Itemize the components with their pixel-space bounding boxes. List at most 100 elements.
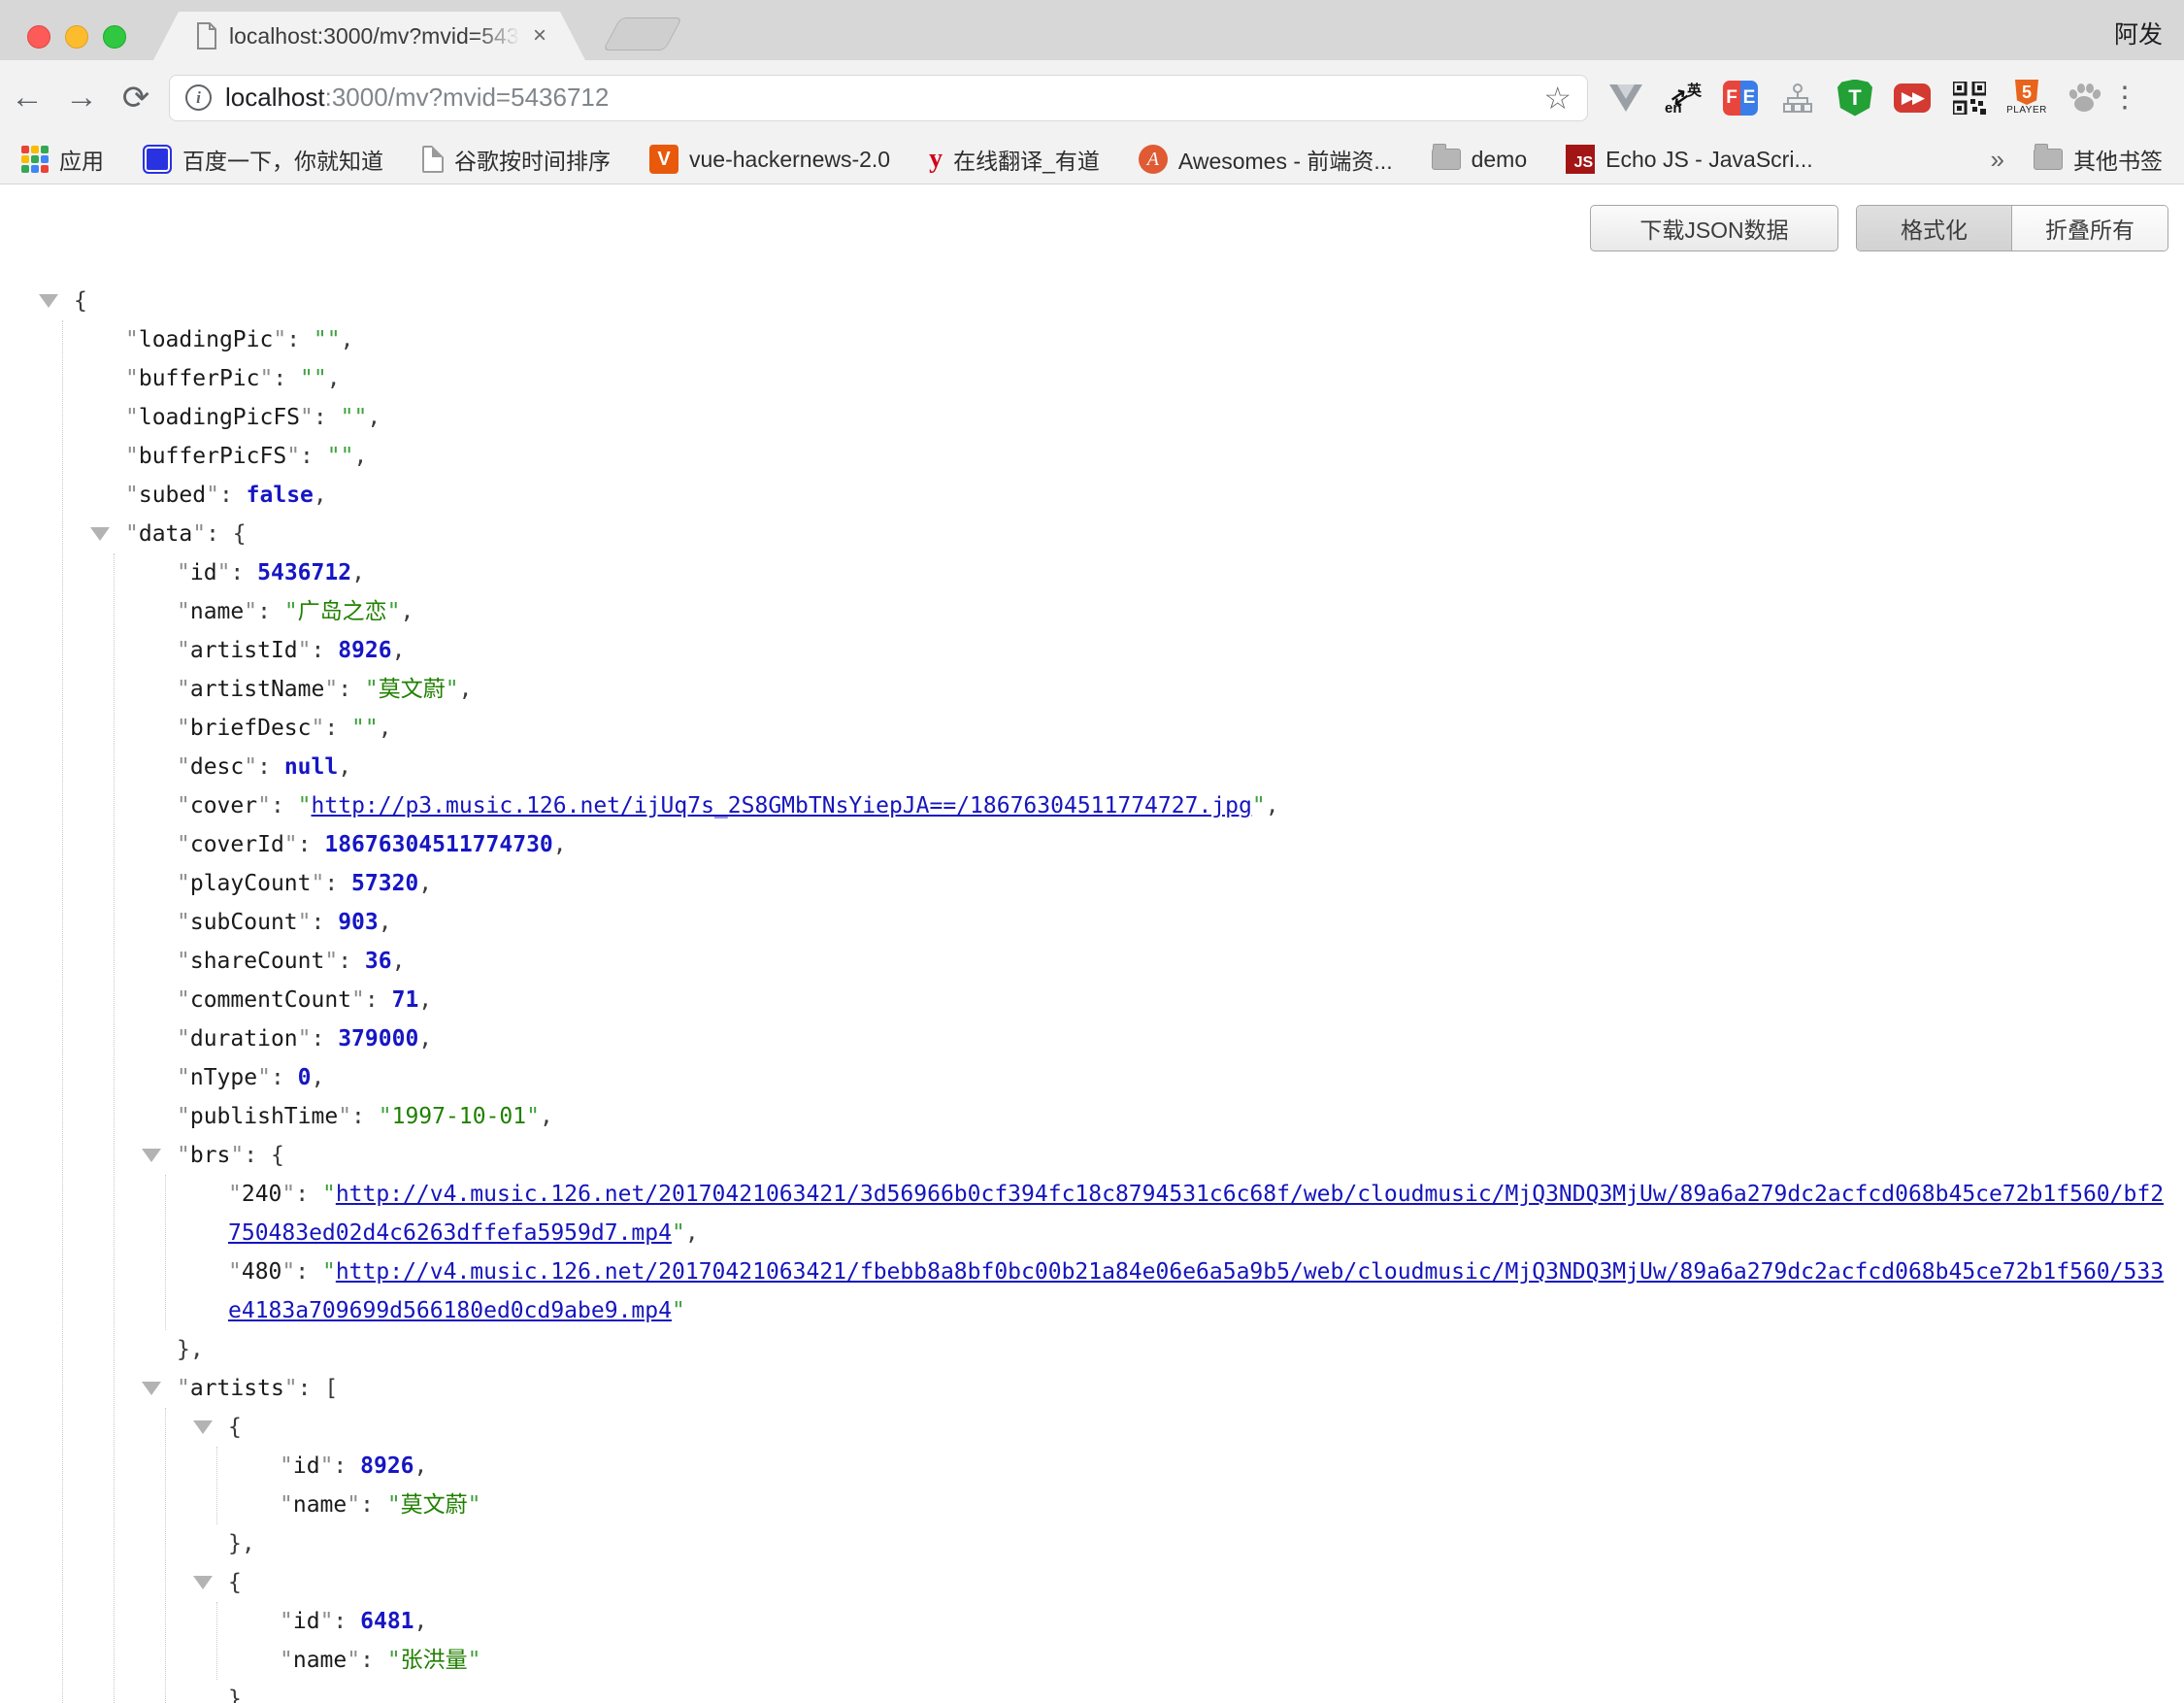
bookmark-item-6[interactable]: AAwesomes - 前端资... xyxy=(1139,143,1393,176)
json-punct: : xyxy=(271,1065,298,1090)
json-line: name: 莫文蔚 xyxy=(280,1486,2168,1524)
maximize-window-button[interactable] xyxy=(103,25,126,49)
site-info-icon[interactable]: i xyxy=(185,84,212,111)
fe-icon[interactable]: FE xyxy=(1722,80,1759,117)
json-group: {id: 6481,name: 张洪量} xyxy=(228,1563,2168,1703)
apps-grid-icon xyxy=(21,146,49,173)
bookmark-item-8[interactable]: JSEcho JS - JavaScri... xyxy=(1566,145,1812,174)
json-group: {loadingPic: ,bufferPic: ,loadingPicFS: … xyxy=(74,282,2168,1703)
close-window-button[interactable] xyxy=(27,25,50,49)
json-key: shareCount xyxy=(177,949,338,974)
json-string xyxy=(341,405,368,430)
json-link[interactable]: http://v4.music.126.net/20170421063421/f… xyxy=(228,1259,2164,1323)
bookmark-item-1[interactable]: 应用 xyxy=(21,143,104,176)
json-key: publishTime xyxy=(177,1104,351,1129)
json-group: data: {id: 5436712,name: 广岛之恋,artistId: … xyxy=(125,515,2168,1703)
json-punct: , xyxy=(418,987,432,1013)
video-downloader-icon[interactable]: ▶▶ xyxy=(1894,80,1931,117)
other-bookmarks[interactable]: 其他书签 xyxy=(2034,143,2163,176)
bookmark-item-3[interactable]: 谷歌按时间排序 xyxy=(422,143,611,176)
json-punct: , xyxy=(379,716,392,741)
browser-tab[interactable]: localhost:3000/mv?mvid=543 × xyxy=(153,12,585,60)
tab-close-icon[interactable]: × xyxy=(533,24,546,48)
address-bar[interactable]: i localhost:3000/mv?mvid=5436712 ☆ xyxy=(169,75,1588,121)
json-number: 379000 xyxy=(338,1026,418,1052)
json-punct: , xyxy=(314,483,327,508)
bookmark-item-2[interactable]: 百度一下，你就知道 xyxy=(143,143,383,176)
new-tab-button[interactable] xyxy=(603,17,682,50)
json-punct: : xyxy=(312,1026,339,1052)
url-path: :3000/mv?mvid=5436712 xyxy=(325,83,610,112)
json-punct: , xyxy=(540,1104,553,1129)
json-punct: : xyxy=(314,405,341,430)
url-host: localhost xyxy=(225,83,325,112)
json-line: bufferPicFS: , xyxy=(125,437,2168,476)
json-punct: : xyxy=(295,1182,322,1207)
collapse-all-button[interactable]: 折叠所有 xyxy=(2012,206,2167,250)
bookmark-label: 谷歌按时间排序 xyxy=(454,143,611,176)
sitemap-icon[interactable] xyxy=(1779,80,1816,117)
collapse-arrow-icon[interactable] xyxy=(39,294,58,308)
json-punct: , xyxy=(367,405,381,430)
json-key: artistName xyxy=(177,677,338,702)
bookmark-star-icon[interactable]: ☆ xyxy=(1543,80,1572,117)
bookmark-item-4[interactable]: Vvue-hackernews-2.0 xyxy=(649,145,890,174)
bookmark-item-5[interactable]: y在线翻译_有道 xyxy=(929,143,1100,176)
json-punct: , xyxy=(459,677,473,702)
json-line: publishTime: 1997-10-01, xyxy=(177,1097,2168,1136)
json-punct: : xyxy=(312,638,339,663)
bookmark-label: 百度一下，你就知道 xyxy=(182,143,383,176)
json-key: 480 xyxy=(228,1259,295,1285)
back-button[interactable]: ← xyxy=(0,79,54,117)
json-link[interactable]: http://p3.music.126.net/ijUq7s_2S8GMbTNs… xyxy=(312,793,1252,818)
url-text[interactable]: localhost:3000/mv?mvid=5436712 xyxy=(225,83,609,113)
tab-strip: localhost:3000/mv?mvid=543 × 阿发 xyxy=(0,0,2184,60)
bookmarks-overflow-icon[interactable]: » xyxy=(1991,145,2004,175)
json-number: 36 xyxy=(365,949,392,974)
vue-devtools-icon[interactable] xyxy=(1607,80,1644,117)
json-key: name xyxy=(280,1492,360,1518)
forward-button[interactable]: → xyxy=(54,79,109,117)
json-tree: {loadingPic: ,bufferPic: ,loadingPicFS: … xyxy=(0,282,2184,1703)
json-punct: : xyxy=(312,910,339,935)
json-link[interactable]: http://v4.music.126.net/20170421063421/3… xyxy=(228,1182,2164,1246)
json-key: 240 xyxy=(228,1182,295,1207)
bookmark-item-7[interactable]: demo xyxy=(1432,147,1528,173)
json-punct: , xyxy=(327,366,341,391)
collapse-arrow-icon[interactable] xyxy=(90,527,110,541)
qr-code-icon[interactable] xyxy=(1951,80,1988,117)
json-punct: , xyxy=(414,1609,428,1634)
translate-icon[interactable]: ⇄英en xyxy=(1665,80,1702,117)
reload-button[interactable]: ⟳ xyxy=(109,79,163,117)
download-json-button[interactable]: 下载JSON数据 xyxy=(1590,205,1838,251)
json-punct: , xyxy=(418,871,432,896)
json-children: id: 5436712,name: 广岛之恋,artistId: 8926,ar… xyxy=(114,553,2168,1703)
json-children: 240: http://v4.music.126.net/20170421063… xyxy=(165,1175,2168,1330)
collapse-arrow-icon[interactable] xyxy=(193,1420,213,1434)
collapse-arrow-icon[interactable] xyxy=(142,1382,161,1395)
youdao-icon: y xyxy=(929,144,943,175)
profile-name[interactable]: 阿发 xyxy=(2114,16,2163,50)
json-punct: : xyxy=(338,949,365,974)
document-icon xyxy=(196,22,217,50)
tab-title: localhost:3000/mv?mvid=543 xyxy=(229,23,529,50)
json-line: id: 8926, xyxy=(280,1447,2168,1486)
minimize-window-button[interactable] xyxy=(65,25,88,49)
json-group: brs: {240: http://v4.music.126.net/20170… xyxy=(177,1136,2168,1369)
html5-player-icon[interactable]: 5PLAYER xyxy=(2008,80,2045,117)
json-viewer-page: 下载JSON数据 格式化 折叠所有 {loadingPic: ,bufferPi… xyxy=(0,184,2184,1702)
format-button[interactable]: 格式化 xyxy=(1857,206,2012,250)
json-punct: , xyxy=(685,1220,699,1246)
json-line: artists: [ xyxy=(177,1369,2168,1408)
json-string: 广岛之恋 xyxy=(284,599,401,624)
collapse-arrow-icon[interactable] xyxy=(142,1149,161,1162)
chrome-menu-icon[interactable]: ⋮ xyxy=(2110,81,2139,115)
json-key: playCount xyxy=(177,871,324,896)
json-line: id: 5436712, xyxy=(177,553,2168,592)
bookmark-label: vue-hackernews-2.0 xyxy=(689,147,890,173)
tampermonkey-icon[interactable]: T xyxy=(1837,80,1873,117)
json-string: 1997-10-01 xyxy=(379,1104,540,1129)
json-key: name xyxy=(280,1648,360,1673)
paw-extension-icon[interactable] xyxy=(2066,80,2102,117)
collapse-arrow-icon[interactable] xyxy=(193,1576,213,1589)
